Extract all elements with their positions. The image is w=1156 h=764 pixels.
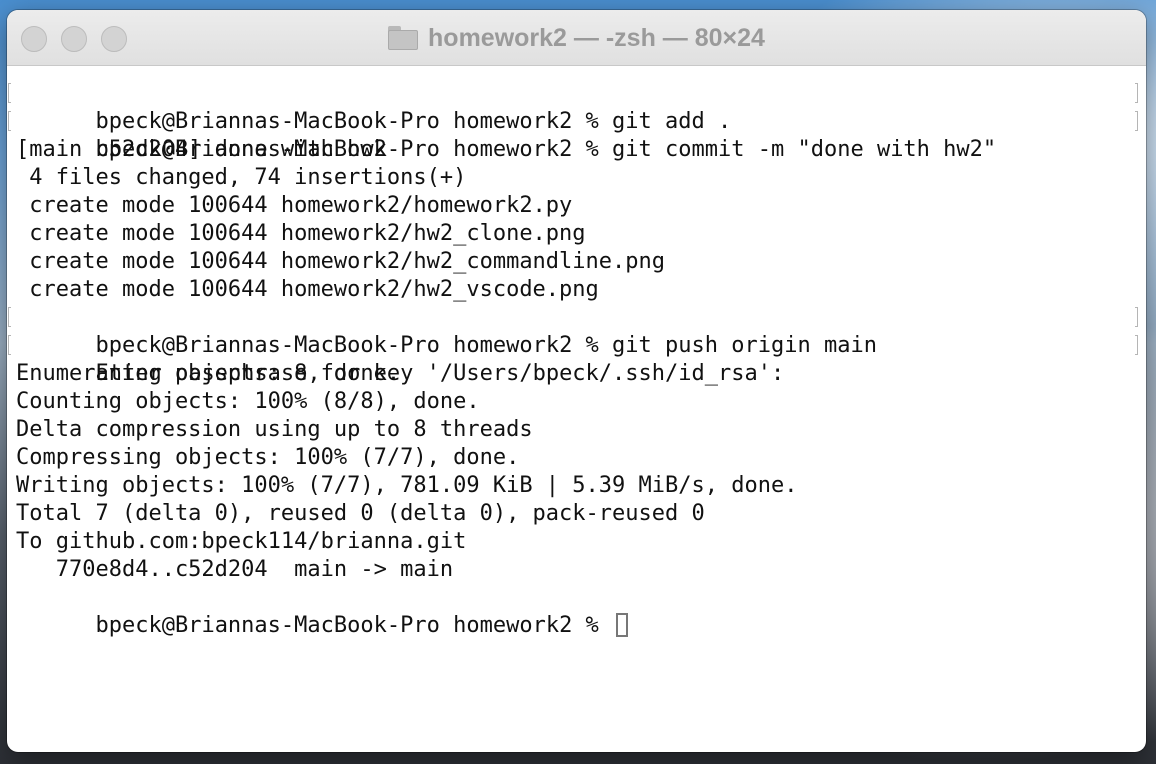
window-title: homework2 — -zsh — 80×24 (7, 10, 1146, 66)
text-cursor (616, 613, 629, 637)
window-title-text: homework2 — -zsh — 80×24 (428, 23, 765, 52)
terminal-line: create mode 100644 homework2/hw2_clone.p… (16, 221, 586, 246)
title-bar[interactable]: homework2 — -zsh — 80×24 (7, 10, 1146, 66)
command-mark-left (8, 83, 11, 103)
command-mark-right (1135, 335, 1138, 355)
command-mark-right (1135, 111, 1138, 131)
terminal-line: create mode 100644 homework2/hw2_command… (16, 249, 666, 274)
terminal-line: [main c52d204] done with hw2 (16, 137, 387, 162)
prompt-text: bpeck@Briannas-MacBook-Pro homework2 % (95, 613, 613, 638)
folder-icon (388, 26, 419, 50)
terminal-line: To github.com:bpeck114/brianna.git (16, 529, 467, 554)
command-mark-left (8, 307, 11, 327)
terminal-line: 770e8d4..c52d204 main -> main (16, 557, 454, 582)
terminal-line: bpeck@Briannas-MacBook-Pro homework2 % g… (8, 108, 1146, 162)
terminal-line: create mode 100644 homework2/hw2_vscode.… (16, 277, 599, 302)
command-mark-left (8, 335, 11, 355)
command-mark-right (1135, 307, 1138, 327)
terminal-line: Compressing objects: 100% (7/7), done. (16, 445, 520, 470)
terminal-line: 4 files changed, 74 insertions(+) (16, 165, 467, 190)
terminal-line: Total 7 (delta 0), reused 0 (delta 0), p… (16, 501, 705, 526)
terminal-line: bpeck@Briannas-MacBook-Pro homework2 % g… (8, 304, 1146, 358)
terminal-window: homework2 — -zsh — 80×24 bpeck@Briannas-… (7, 10, 1146, 752)
terminal-line: Enter passphrase for key '/Users/bpeck/.… (8, 332, 1146, 386)
terminal-line: Enumerating objects: 8, done. (16, 361, 401, 386)
terminal-line: bpeck@Briannas-MacBook-Pro homework2 % g… (8, 80, 1146, 134)
terminal-output[interactable]: bpeck@Briannas-MacBook-Pro homework2 % g… (7, 66, 1146, 638)
command-mark-right (1135, 83, 1138, 103)
terminal-line: Writing objects: 100% (7/7), 781.09 KiB … (16, 473, 798, 498)
terminal-line: Counting objects: 100% (8/8), done. (16, 389, 480, 414)
command-mark-left (8, 111, 11, 131)
terminal-line: Delta compression using up to 8 threads (16, 417, 533, 442)
terminal-line: create mode 100644 homework2/homework2.p… (16, 193, 573, 218)
prompt-line[interactable]: bpeck@Briannas-MacBook-Pro homework2 % (16, 584, 1146, 638)
